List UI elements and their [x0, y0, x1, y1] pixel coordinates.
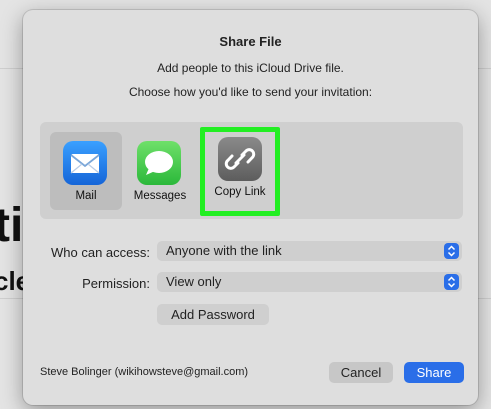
share-option-label: Messages: [133, 190, 187, 202]
add-password-button[interactable]: Add Password: [157, 304, 269, 325]
permission-value: View only: [166, 274, 222, 289]
chevron-updown-icon: [444, 274, 459, 290]
messages-icon: [137, 141, 181, 185]
chevron-updown-icon: [444, 243, 459, 259]
account-owner: Steve Bolinger (wikihowsteve@gmail.com): [40, 366, 249, 378]
share-options-panel: Mail Messages Copy Link: [40, 122, 463, 219]
access-value: Anyone with the link: [166, 243, 282, 258]
share-option-label: Copy Link: [214, 186, 266, 198]
dialog-subtitle: Add people to this iCloud Drive file.: [157, 61, 344, 75]
mail-icon: [63, 141, 107, 185]
share-file-dialog: Share File Add people to this iCloud Dri…: [23, 10, 478, 405]
share-option-messages[interactable]: Messages: [124, 132, 196, 210]
share-option-copy-link[interactable]: Copy Link: [200, 127, 280, 216]
permission-label: Permission:: [82, 276, 150, 291]
share-option-mail[interactable]: Mail: [50, 132, 122, 210]
access-label: Who can access:: [51, 245, 150, 260]
dialog-instruction: Choose how you'd like to send your invit…: [128, 85, 373, 99]
link-icon: [218, 137, 262, 181]
permission-popup[interactable]: View only: [157, 272, 462, 292]
access-popup[interactable]: Anyone with the link: [157, 241, 462, 261]
share-option-label: Mail: [75, 190, 97, 202]
dialog-title: Share File: [219, 34, 282, 49]
cancel-button[interactable]: Cancel: [329, 362, 393, 383]
share-button[interactable]: Share: [404, 362, 464, 383]
